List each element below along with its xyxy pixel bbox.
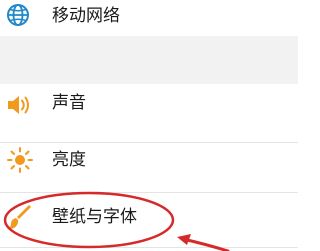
- settings-item-label: 声音: [52, 93, 86, 113]
- settings-item-label: 亮度: [52, 150, 86, 170]
- settings-item-label: 移动网络: [52, 6, 120, 26]
- settings-item-mobile-network[interactable]: 移动网络: [0, 0, 298, 36]
- paintbrush-icon: [5, 202, 35, 232]
- divider: [0, 247, 298, 248]
- settings-item-label: 壁纸与字体: [52, 207, 137, 227]
- settings-item-sound[interactable]: 声音: [0, 84, 298, 126]
- divider: [0, 192, 298, 193]
- speaker-icon: [5, 90, 35, 120]
- globe-icon: [5, 1, 35, 31]
- settings-item-brightness[interactable]: 亮度: [0, 143, 298, 179]
- settings-item-wallpaper-and-font[interactable]: 壁纸与字体: [0, 198, 298, 238]
- section-separator: [0, 36, 298, 84]
- annotation-arrow: [181, 237, 230, 251]
- sun-icon: [5, 145, 35, 175]
